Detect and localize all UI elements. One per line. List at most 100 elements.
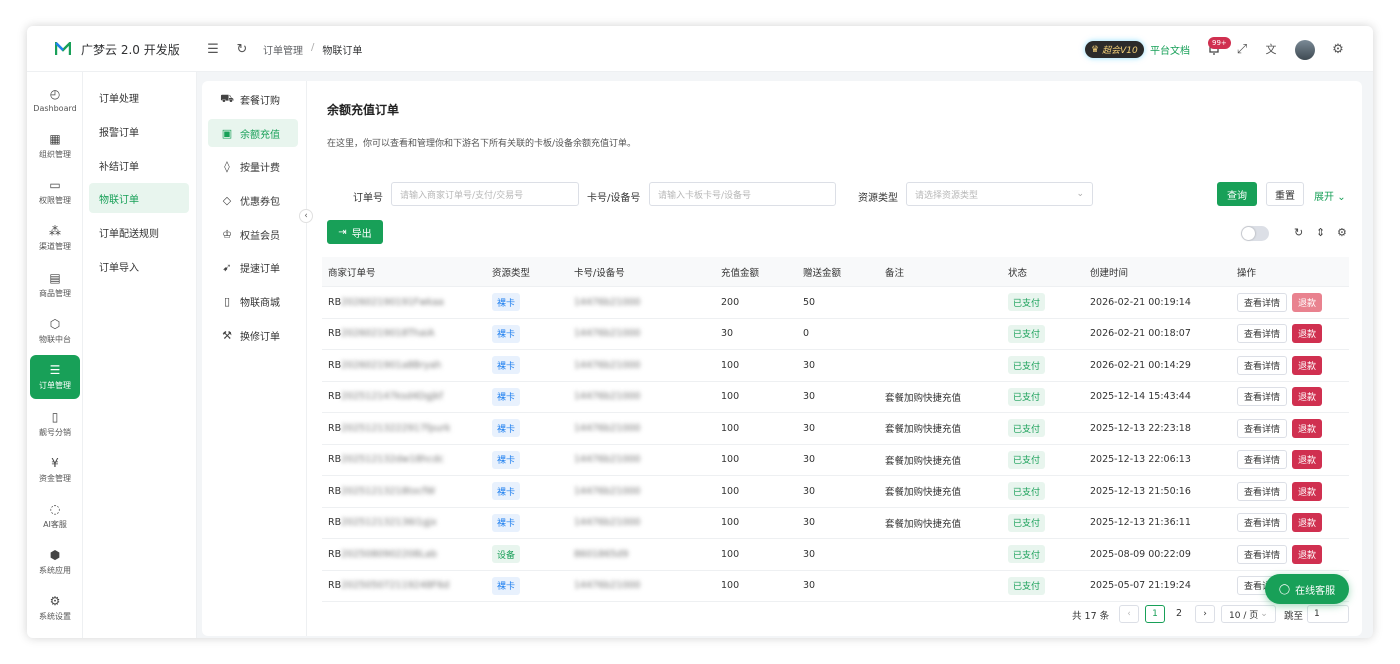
view-detail-button[interactable]: 查看详情 xyxy=(1237,450,1288,470)
refund-button[interactable]: 退款 xyxy=(1292,418,1323,438)
side-item-repair[interactable]: ⚒ 换修订单 xyxy=(208,321,298,349)
docs-link[interactable]: 平台文档 xyxy=(1150,42,1190,57)
order-input[interactable]: 请输入商家订单号/支付/交易号 xyxy=(391,182,579,206)
side-item-speedup[interactable]: ➹ 提速订单 xyxy=(208,253,298,281)
page-size-select[interactable]: 10 / 页 ⌄ xyxy=(1221,605,1276,623)
refund-button[interactable]: 退款 xyxy=(1292,387,1323,407)
density-toggle[interactable] xyxy=(1241,226,1269,241)
reset-button[interactable]: 重置 xyxy=(1266,182,1304,206)
nav-item-permission[interactable]: ▭ 权限管理 xyxy=(30,170,80,214)
export-button[interactable]: ⇥ 导出 xyxy=(327,220,383,244)
type-cell: 裸卡 xyxy=(492,571,521,602)
order-no-cell: RB 20260219018ThaiA xyxy=(328,319,434,350)
order-no-cell: RB 202512147ksd4Dgjkf xyxy=(328,382,443,413)
avatar[interactable] xyxy=(1295,40,1315,60)
order-prefix: RB xyxy=(328,422,342,434)
view-detail-button[interactable]: 查看详情 xyxy=(1237,355,1288,375)
refund-button[interactable]: 退款 xyxy=(1292,544,1323,564)
translate-icon[interactable]: 文 xyxy=(1263,41,1279,57)
nav-item-org[interactable]: ▦ 组织管理 xyxy=(30,124,80,168)
subnav-item-delivery-rules[interactable]: 订单配送规则 xyxy=(89,217,189,247)
refund-button[interactable]: 退款 xyxy=(1292,324,1323,344)
nav-item-channel[interactable]: ⁂ 渠道管理 xyxy=(30,216,80,260)
time-cell: 2025-12-13 21:36:11 xyxy=(1090,517,1191,529)
order-no-cell: RB 202602190191Fwkaa xyxy=(328,287,444,318)
time-cell: 2025-12-14 15:43:44 xyxy=(1090,391,1191,403)
side-item-usage[interactable]: ◊ 按量计费 xyxy=(208,152,298,180)
card-input[interactable]: 请输入卡板卡号/设备号 xyxy=(649,182,836,206)
time-cell: 2025-08-09 00:22:09 xyxy=(1090,548,1191,560)
nav-item-apps[interactable]: ⬢ 系统应用 xyxy=(30,540,80,584)
refund-button[interactable]: 退款 xyxy=(1292,355,1323,375)
refresh-icon[interactable]: ↻ xyxy=(234,41,250,57)
side-item-balance[interactable]: ▣ 余额充值 xyxy=(208,119,298,147)
ai-icon: ◌ xyxy=(49,502,61,516)
query-button[interactable]: 查询 xyxy=(1217,182,1257,206)
refund-button[interactable]: 退款 xyxy=(1292,513,1323,533)
nav-item-orders[interactable]: ☰ 订单管理 xyxy=(30,355,80,399)
chevron-down-icon: ⌄ xyxy=(1337,192,1346,203)
prev-page-icon[interactable]: ‹ xyxy=(1119,605,1139,623)
column-height-icon[interactable]: ⇕ xyxy=(1316,226,1325,239)
view-detail-button[interactable]: 查看详情 xyxy=(1237,292,1288,312)
next-page-icon[interactable]: › xyxy=(1195,605,1215,623)
collapse-icon[interactable]: ‹ xyxy=(299,209,313,223)
nav-label: 系统应用 xyxy=(39,566,71,575)
vip-badge[interactable]: ♛ 超会V10 xyxy=(1085,41,1144,58)
refund-button[interactable]: 退款 xyxy=(1292,450,1323,470)
nav-item-settings[interactable]: ⚙ 系统设置 xyxy=(30,586,80,630)
side-label: 权益会员 xyxy=(240,230,280,242)
type-tag: 裸卡 xyxy=(492,513,521,532)
type-select[interactable]: 请选择资源类型 ⌄ xyxy=(906,182,1093,206)
order-no-cell: RB 2026021901a8Bryah xyxy=(328,350,441,381)
subnav-item-order-process[interactable]: 订单处理 xyxy=(89,82,189,112)
order-prefix: RB xyxy=(328,517,342,529)
nav-item-iot[interactable]: ⬡ 物联中台 xyxy=(30,309,80,353)
expand-toggle[interactable]: 展开 ⌄ xyxy=(1314,188,1346,203)
reload-icon[interactable]: ↻ xyxy=(1294,226,1303,239)
sidebar-toggle-icon[interactable]: ☰ xyxy=(205,41,221,57)
refund-button[interactable]: 退款 xyxy=(1292,292,1323,312)
view-detail-button[interactable]: 查看详情 xyxy=(1237,387,1288,407)
goto-input[interactable]: 1 xyxy=(1307,605,1349,623)
view-detail-button[interactable]: 查看详情 xyxy=(1237,324,1288,344)
breadcrumb-item[interactable]: 订单管理 xyxy=(263,42,303,57)
table-row: RB 202512132136I1gjx 裸卡 14476b21000 100 30 套餐加… xyxy=(322,508,1349,539)
settings-icon[interactable]: ⚙ xyxy=(1330,41,1346,57)
gift-cell: 30 xyxy=(803,359,816,371)
nav-item-goods[interactable]: ▤ 商品管理 xyxy=(30,263,80,307)
nav-item-funds[interactable]: ¥ 资金管理 xyxy=(30,448,80,492)
note-cell: 套餐加购快捷充值 xyxy=(885,518,962,530)
network-icon: ⁂ xyxy=(49,224,61,238)
subnav-item-order-import[interactable]: 订单导入 xyxy=(89,251,189,281)
view-detail-button[interactable]: 查看详情 xyxy=(1237,481,1288,501)
online-service-button[interactable]: ◯ 在线客服 xyxy=(1265,574,1349,604)
side-item-mall[interactable]: ▯ 物联商城 xyxy=(208,287,298,315)
subnav-item-alarm-orders[interactable]: 报警订单 xyxy=(89,116,189,146)
order-prefix: RB xyxy=(328,391,342,403)
view-detail-button[interactable]: 查看详情 xyxy=(1237,418,1288,438)
subnav-item-iot-orders[interactable]: 物联订单 xyxy=(89,183,189,213)
page-2[interactable]: 2 xyxy=(1176,608,1182,619)
table-header: 商家订单号 资源类型 卡号/设备号 充值金额 赠送金额 备注 状态 创建时间 操… xyxy=(322,257,1349,287)
subnav-item-settle-orders[interactable]: 补结订单 xyxy=(89,150,189,180)
side-item-member[interactable]: ♔ 权益会员 xyxy=(208,220,298,248)
refund-button[interactable]: 退款 xyxy=(1292,481,1323,501)
view-detail-button[interactable]: 查看详情 xyxy=(1237,544,1288,564)
fullscreen-icon[interactable]: ⤢ xyxy=(1234,41,1250,57)
side-item-package[interactable]: ⛟ 套餐订购 xyxy=(208,85,298,113)
header-type: 资源类型 xyxy=(492,267,531,279)
nav-item-number[interactable]: ▯ 靓号分销 xyxy=(30,402,80,446)
status-cell: 已支付 xyxy=(1008,571,1046,602)
brand[interactable]: 广梦云 2.0 开发版 xyxy=(27,26,197,72)
side-label: 提速订单 xyxy=(240,263,280,275)
page-1[interactable]: 1 xyxy=(1145,605,1165,623)
nav-item-dashboard[interactable]: ◴ Dashboard xyxy=(30,78,80,122)
order-no-masked: 20251213222917fpurk xyxy=(341,422,451,434)
amount-cell: 30 xyxy=(721,328,734,340)
view-detail-button[interactable]: 查看详情 xyxy=(1237,513,1288,533)
order-no-cell: RB 20251213218tocfW xyxy=(328,476,435,507)
nav-item-ai[interactable]: ◌ AI客服 xyxy=(30,494,80,538)
column-settings-icon[interactable]: ⚙ xyxy=(1337,226,1347,239)
side-item-coupon[interactable]: ◇ 优惠券包 xyxy=(208,186,298,214)
